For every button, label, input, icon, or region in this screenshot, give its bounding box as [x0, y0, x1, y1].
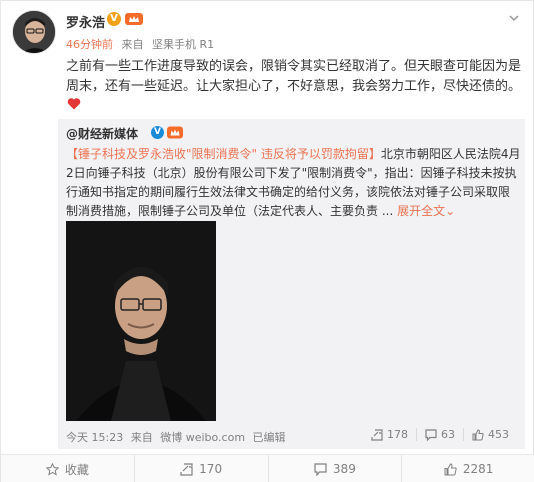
repost-photo[interactable] — [66, 221, 216, 421]
post-source[interactable]: 坚果手机 R1 — [152, 38, 214, 51]
comment-button[interactable]: 389 — [267, 455, 402, 482]
repost-repost-count: 178 — [387, 428, 408, 441]
like-button[interactable]: 2281 — [401, 455, 534, 482]
repost-author[interactable]: @财经新媒体 — [66, 125, 138, 142]
post-text: 之前有一些工作进度导致的误会，限销令其实已经取消了。但天眼查可能因为是周末，还有… — [66, 59, 522, 94]
post-meta: 46分钟前 来自 坚果手机 R1 — [66, 36, 219, 52]
repost-count: 170 — [199, 462, 223, 476]
post-time[interactable]: 46分钟前 — [66, 38, 113, 51]
repost-time[interactable]: 今天 15:23 — [66, 431, 123, 444]
comment-icon — [314, 462, 327, 476]
username[interactable]: 罗永浩 — [66, 12, 105, 31]
expand-full-text-link[interactable]: 展开全文⌄ — [397, 204, 455, 218]
comment-icon — [425, 428, 437, 441]
thumbs-up-icon — [472, 428, 484, 440]
source-prefix: 来自 — [121, 38, 144, 51]
edited-label[interactable]: 已编辑 — [253, 431, 286, 444]
weibo-post-card: 罗永浩 V 46分钟前 来自 坚果手机 R1 之前有一些工作进度导致的误会，限销… — [0, 0, 534, 482]
expand-label: 展开全文 — [397, 204, 446, 218]
verified-badge-icon: V — [107, 12, 121, 26]
repost-verified-icon: V — [151, 126, 164, 139]
expand-arrow-icon: ⌄ — [445, 204, 456, 218]
chevron-down-icon[interactable] — [507, 11, 521, 25]
repost-headline[interactable]: 【锤子科技及罗永浩收"限制消费令" 违反将予以罚款拘留】 — [66, 147, 381, 161]
favorite-button[interactable]: 收藏 — [1, 455, 134, 482]
repost-like-count: 453 — [488, 428, 509, 441]
vip-crown-icon — [125, 13, 143, 25]
repost-actions: 178 63 453 — [363, 428, 517, 441]
star-icon — [45, 462, 59, 476]
repost-icon — [180, 462, 193, 476]
thumbs-up-icon — [444, 462, 457, 475]
repost-button[interactable]: 170 — [133, 455, 268, 482]
repost-repost-button[interactable]: 178 — [363, 428, 416, 441]
favorite-label: 收藏 — [64, 462, 89, 477]
repost-comment-count: 63 — [441, 428, 455, 441]
repost-comment-button[interactable]: 63 — [416, 428, 463, 441]
repost-text: 【锤子科技及罗永浩收"限制消费令" 违反将予以罚款拘留】北京市朝阳区人民法院4月… — [66, 145, 521, 221]
like-count: 2281 — [462, 462, 494, 476]
repost-like-button[interactable]: 453 — [463, 428, 517, 441]
repost-source-prefix: 来自 — [130, 431, 153, 444]
reposted-weibo: @财经新媒体 V 【锤子科技及罗永浩收"限制消费令" 违反将予以罚款拘留】北京市… — [58, 119, 525, 449]
repost-source[interactable]: 微博 weibo.com — [160, 431, 245, 444]
repost-icon — [371, 428, 383, 441]
avatar[interactable] — [12, 10, 56, 54]
repost-vip-crown-icon — [167, 126, 183, 139]
comment-count: 389 — [332, 462, 356, 476]
heart-emoji-icon — [67, 98, 81, 110]
repost-meta: 今天 15:23 来自 微博 weibo.com 已编辑 — [66, 429, 290, 445]
post-actions-bar: 收藏 170 389 2281 — [1, 454, 534, 482]
